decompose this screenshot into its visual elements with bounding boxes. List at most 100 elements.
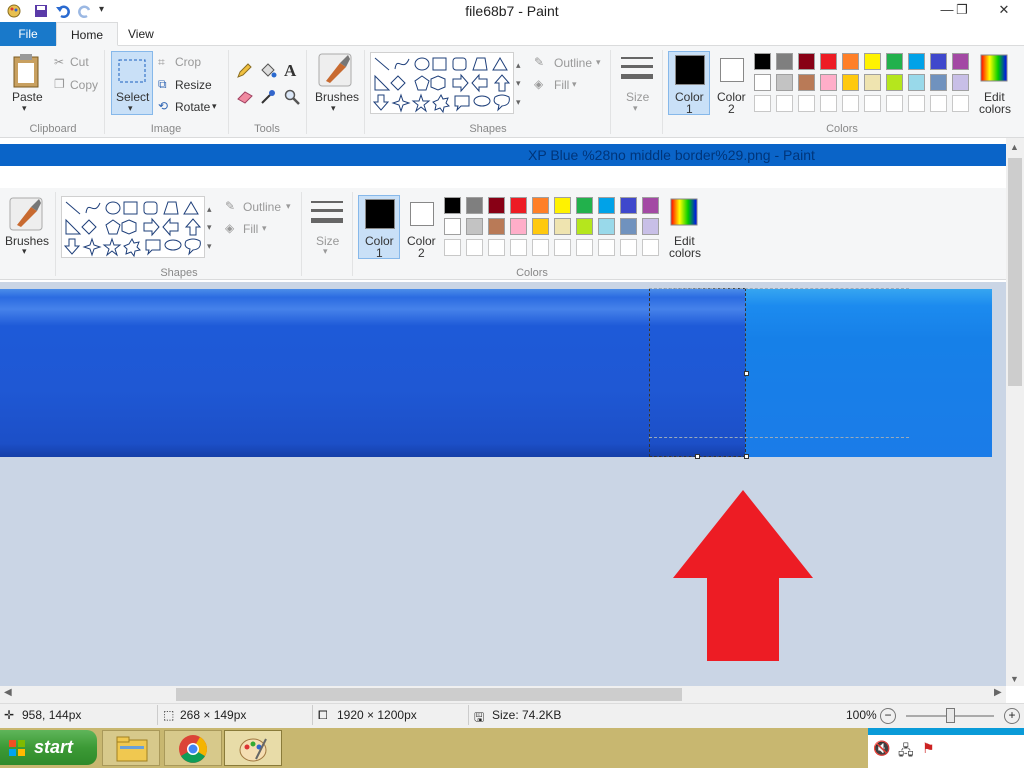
palette-swatch[interactable] bbox=[620, 218, 637, 235]
custom-color-slot[interactable] bbox=[642, 239, 659, 256]
fill-bucket-icon[interactable] bbox=[259, 62, 277, 80]
shapes-more-icon[interactable]: ▾ bbox=[516, 97, 521, 108]
edit-colors-icon[interactable] bbox=[980, 54, 1008, 82]
custom-color-slot[interactable] bbox=[598, 239, 615, 256]
color-picker-icon[interactable] bbox=[260, 89, 276, 105]
shapes-scroll-up-icon[interactable]: ▴ bbox=[516, 60, 521, 71]
palette-swatch[interactable] bbox=[952, 74, 969, 91]
custom-color-slot[interactable] bbox=[864, 95, 881, 112]
palette-swatch[interactable] bbox=[576, 218, 593, 235]
palette-swatch[interactable] bbox=[488, 218, 505, 235]
fill-dropdown-icon[interactable]: ▾ bbox=[262, 223, 267, 234]
close-button[interactable]: ✕ bbox=[984, 0, 1024, 22]
palette-swatch[interactable] bbox=[908, 74, 925, 91]
zoom-in-button[interactable]: + bbox=[1004, 708, 1020, 724]
fill-dropdown-icon[interactable]: ▾ bbox=[572, 79, 577, 90]
palette-swatch[interactable] bbox=[798, 74, 815, 91]
zoom-slider-thumb[interactable] bbox=[946, 708, 955, 723]
color2-swatch[interactable] bbox=[720, 58, 744, 82]
size-icon[interactable] bbox=[310, 199, 344, 229]
start-button[interactable]: start bbox=[0, 730, 97, 765]
crop-button[interactable]: Crop bbox=[175, 55, 201, 69]
fill-button[interactable]: Fill bbox=[554, 78, 569, 92]
palette-swatch[interactable] bbox=[510, 197, 527, 214]
scroll-down-icon[interactable]: ▼ bbox=[1010, 674, 1019, 684]
custom-color-slot[interactable] bbox=[908, 95, 925, 112]
cut-button[interactable]: Cut bbox=[70, 55, 89, 69]
palette-swatch[interactable] bbox=[444, 197, 461, 214]
palette-swatch[interactable] bbox=[488, 197, 505, 214]
horizontal-scroll-thumb[interactable] bbox=[176, 688, 682, 701]
palette-swatch[interactable] bbox=[776, 53, 793, 70]
palette-swatch[interactable] bbox=[864, 74, 881, 91]
custom-color-slot[interactable] bbox=[510, 239, 527, 256]
resize-handle[interactable] bbox=[744, 371, 749, 376]
paste-dropdown-icon[interactable]: ▾ bbox=[22, 103, 27, 114]
palette-swatch[interactable] bbox=[886, 74, 903, 91]
custom-color-slot[interactable] bbox=[466, 239, 483, 256]
pencil-icon[interactable] bbox=[236, 63, 252, 79]
palette-swatch[interactable] bbox=[930, 74, 947, 91]
copy-button[interactable]: Copy bbox=[70, 78, 98, 92]
palette-swatch[interactable] bbox=[820, 53, 837, 70]
custom-color-slot[interactable] bbox=[930, 95, 947, 112]
resize-button[interactable]: Resize bbox=[175, 78, 212, 92]
size-dropdown-icon[interactable]: ▾ bbox=[633, 103, 638, 114]
custom-color-slot[interactable] bbox=[842, 95, 859, 112]
palette-swatch[interactable] bbox=[864, 53, 881, 70]
action-center-alert-icon[interactable]: ⚑ bbox=[922, 740, 935, 757]
palette-swatch[interactable] bbox=[466, 197, 483, 214]
paste-button[interactable]: Paste bbox=[12, 90, 43, 104]
color-palette[interactable] bbox=[444, 197, 664, 261]
custom-color-slot[interactable] bbox=[620, 239, 637, 256]
shapes-more-icon[interactable]: ▾ bbox=[207, 241, 212, 252]
tab-view[interactable]: View bbox=[114, 22, 168, 46]
palette-swatch[interactable] bbox=[886, 53, 903, 70]
text-tool-icon[interactable]: A bbox=[284, 61, 296, 81]
palette-swatch[interactable] bbox=[554, 197, 571, 214]
palette-swatch[interactable] bbox=[908, 53, 925, 70]
palette-swatch[interactable] bbox=[930, 53, 947, 70]
color-palette[interactable] bbox=[754, 53, 974, 117]
scroll-right-icon[interactable]: ▶ bbox=[994, 687, 1002, 698]
scroll-up-icon[interactable]: ▲ bbox=[1010, 142, 1019, 152]
palette-swatch[interactable] bbox=[820, 74, 837, 91]
brushes-dropdown-icon[interactable]: ▾ bbox=[331, 103, 336, 114]
shapes-icons[interactable] bbox=[64, 199, 204, 257]
outline-button[interactable]: Outline bbox=[554, 56, 592, 70]
custom-color-slot[interactable] bbox=[798, 95, 815, 112]
custom-color-slot[interactable] bbox=[554, 239, 571, 256]
custom-color-slot[interactable] bbox=[776, 95, 793, 112]
palette-swatch[interactable] bbox=[532, 218, 549, 235]
palette-swatch[interactable] bbox=[620, 197, 637, 214]
rotate-dropdown-icon[interactable]: ▾ bbox=[212, 101, 217, 112]
taskbar-paint[interactable] bbox=[224, 730, 282, 766]
volume-muted-icon[interactable]: 🔇 bbox=[873, 740, 890, 757]
brushes-icon[interactable] bbox=[9, 197, 43, 231]
paste-icon[interactable] bbox=[12, 53, 42, 89]
custom-color-slot[interactable] bbox=[754, 95, 771, 112]
palette-swatch[interactable] bbox=[842, 53, 859, 70]
rotate-button[interactable]: Rotate bbox=[175, 100, 210, 114]
shapes-scroll-down-icon[interactable]: ▾ bbox=[516, 78, 521, 89]
scroll-left-icon[interactable]: ◀ bbox=[4, 687, 12, 698]
magnifier-icon[interactable] bbox=[284, 89, 300, 105]
custom-color-slot[interactable] bbox=[820, 95, 837, 112]
palette-swatch[interactable] bbox=[952, 53, 969, 70]
eraser-icon[interactable] bbox=[236, 90, 254, 104]
taskbar-file-explorer[interactable] bbox=[102, 730, 160, 766]
vertical-scroll-thumb[interactable] bbox=[1008, 158, 1022, 386]
fill-button[interactable]: Fill bbox=[243, 222, 258, 236]
maximize-button[interactable]: ❐ bbox=[947, 0, 977, 22]
palette-swatch[interactable] bbox=[598, 218, 615, 235]
palette-swatch[interactable] bbox=[642, 218, 659, 235]
custom-color-slot[interactable] bbox=[444, 239, 461, 256]
shapes-icons[interactable] bbox=[373, 55, 513, 113]
palette-swatch[interactable] bbox=[754, 53, 771, 70]
palette-swatch[interactable] bbox=[642, 197, 659, 214]
brushes-dropdown-icon[interactable]: ▾ bbox=[22, 246, 27, 257]
palette-swatch[interactable] bbox=[776, 74, 793, 91]
edit-colors-icon[interactable] bbox=[670, 198, 698, 226]
outline-dropdown-icon[interactable]: ▾ bbox=[596, 57, 601, 68]
tab-file[interactable]: File bbox=[0, 22, 56, 46]
